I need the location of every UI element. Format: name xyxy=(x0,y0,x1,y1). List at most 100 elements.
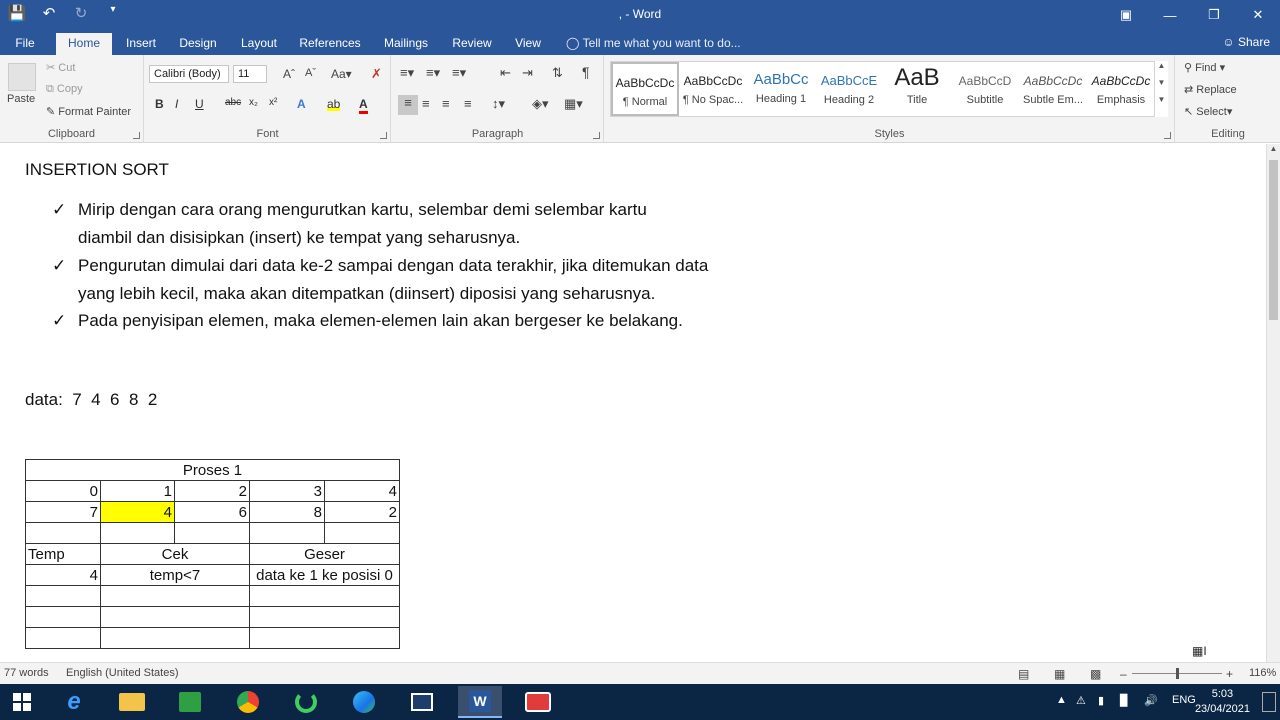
word-count[interactable]: 77 words xyxy=(4,667,49,679)
tell-me-box[interactable]: ◯ Tell me what you want to do... xyxy=(566,36,741,50)
justify-icon[interactable]: ≡ xyxy=(464,96,472,111)
read-mode-icon[interactable]: ▤ xyxy=(1018,667,1029,681)
grow-font-icon[interactable]: Aˆ xyxy=(283,67,295,81)
tab-review[interactable]: Review xyxy=(448,33,496,55)
format-painter-button[interactable]: ✎ Format Painter xyxy=(46,105,131,118)
align-right-icon[interactable]: ≡ xyxy=(442,96,450,111)
tab-file[interactable]: File xyxy=(8,33,42,55)
style-emphasis[interactable]: AaBbCcDc Emphasis xyxy=(1087,62,1155,116)
paste-icon[interactable] xyxy=(8,63,36,91)
network-off-icon[interactable]: ⚠ xyxy=(1076,694,1086,707)
cut-button[interactable]: ✂ Cut xyxy=(46,61,75,74)
style-subtitle[interactable]: AaBbCcD Subtitle xyxy=(951,62,1019,116)
ribbon-display-options-icon[interactable]: ▣ xyxy=(1104,0,1148,30)
tab-references[interactable]: References xyxy=(296,33,364,55)
language-indicator[interactable]: English (United States) xyxy=(66,667,179,679)
recorder-app-icon[interactable] xyxy=(516,686,560,718)
strikethrough-icon[interactable]: abc xyxy=(225,97,241,108)
clock[interactable]: 5:03 23/04/2021 xyxy=(1195,687,1250,717)
web-layout-icon[interactable]: ▩ xyxy=(1090,667,1101,681)
word-icon[interactable]: W xyxy=(458,686,502,718)
signal-icon[interactable]: ▉ xyxy=(1120,694,1128,707)
tab-mailings[interactable]: Mailings xyxy=(376,33,436,55)
show-hidden-icons-icon[interactable]: ▲ xyxy=(1056,694,1067,706)
tab-home[interactable]: Home xyxy=(56,33,112,55)
select-button[interactable]: ↖ Select▾ xyxy=(1184,105,1232,118)
styles-launcher-icon[interactable] xyxy=(1164,132,1171,139)
scroll-up-icon[interactable]: ▲ xyxy=(1155,61,1168,70)
scroll-up-icon[interactable]: ▲ xyxy=(1267,144,1280,153)
print-layout-icon[interactable]: ▦ xyxy=(1054,667,1065,681)
tab-view[interactable]: View xyxy=(508,33,548,55)
edge-icon[interactable] xyxy=(342,686,386,718)
style-heading-2[interactable]: AaBbCcE Heading 2 xyxy=(815,62,883,116)
volume-icon[interactable]: 🔊 xyxy=(1144,694,1158,707)
font-launcher-icon[interactable] xyxy=(380,132,387,139)
clear-formatting-icon[interactable]: ✗ xyxy=(371,66,382,82)
replace-button[interactable]: ⇄ Replace xyxy=(1184,83,1237,96)
screen-recorder-icon[interactable] xyxy=(400,686,444,718)
internet-explorer-icon[interactable]: e xyxy=(52,686,96,718)
style-heading-1[interactable]: AaBbCc Heading 1 xyxy=(747,62,815,116)
italic-icon[interactable]: I xyxy=(175,97,178,111)
input-language[interactable]: ENG xyxy=(1172,694,1196,706)
find-button[interactable]: ⚲ Find ▾ xyxy=(1184,61,1225,74)
style-no-spacing[interactable]: AaBbCcDc ¶ No Spac... xyxy=(679,62,747,116)
text-effects-icon[interactable]: A xyxy=(297,97,306,111)
change-case-icon[interactable]: Aa▾ xyxy=(331,67,352,81)
minimize-button[interactable]: — xyxy=(1148,0,1192,30)
scroll-thumb[interactable] xyxy=(1269,160,1278,320)
paste-button[interactable]: Paste xyxy=(7,93,35,105)
app-loader-icon[interactable] xyxy=(284,686,328,718)
shading-icon[interactable]: ◈▾ xyxy=(532,96,549,112)
subscript-icon[interactable]: x₂ xyxy=(249,97,258,108)
clipboard-launcher-icon[interactable] xyxy=(133,132,140,139)
battery-icon[interactable]: ▮ xyxy=(1098,694,1104,707)
windows-start-icon[interactable] xyxy=(0,686,44,718)
increase-indent-icon[interactable]: ⇥ xyxy=(522,65,533,81)
bold-icon[interactable]: B xyxy=(155,97,164,111)
document-page[interactable]: INSERTION SORT ✓ Mirip dengan cara orang… xyxy=(0,144,1266,662)
copy-button[interactable]: ⧉ Copy xyxy=(46,83,83,96)
font-size-box[interactable]: 11 xyxy=(233,65,267,83)
bullets-icon[interactable]: ≡▾ xyxy=(400,65,414,81)
zoom-slider-thumb[interactable] xyxy=(1176,668,1179,679)
font-name-box[interactable]: Calibri (Body) xyxy=(149,65,229,83)
borders-icon[interactable]: ▦▾ xyxy=(564,96,583,112)
tab-layout[interactable]: Layout xyxy=(236,33,282,55)
decrease-indent-icon[interactable]: ⇤ xyxy=(500,65,511,81)
styles-scroll[interactable]: ▲ ▼ ▼ xyxy=(1154,61,1168,117)
file-explorer-icon[interactable] xyxy=(110,686,154,718)
multilevel-list-icon[interactable]: ≡▾ xyxy=(452,65,466,81)
sort-icon[interactable]: ⇅ xyxy=(552,65,563,81)
superscript-icon[interactable]: x² xyxy=(269,97,277,108)
style-normal[interactable]: AaBbCcDc ¶ Normal xyxy=(611,62,679,116)
style-subtle-emphasis[interactable]: AaBbCcDc Subtle Em... xyxy=(1019,62,1087,116)
show-formatting-icon[interactable]: ¶ xyxy=(582,64,590,80)
align-left-icon[interactable]: ≡ xyxy=(398,95,418,115)
maximize-button[interactable]: ❐ xyxy=(1192,0,1236,30)
numbering-icon[interactable]: ≡▾ xyxy=(426,65,440,81)
scroll-down-icon[interactable]: ▼ xyxy=(1155,78,1168,87)
zoom-out-icon[interactable]: – xyxy=(1120,667,1127,681)
notification-icon[interactable] xyxy=(1262,692,1276,712)
tab-design[interactable]: Design xyxy=(174,33,222,55)
line-spacing-icon[interactable]: ↕▾ xyxy=(492,96,505,112)
shrink-font-icon[interactable]: Aˇ xyxy=(305,67,316,79)
zoom-in-icon[interactable]: + xyxy=(1226,667,1233,681)
chrome-icon[interactable] xyxy=(226,686,270,718)
paragraph-launcher-icon[interactable] xyxy=(593,132,600,139)
process-table[interactable]: Proses 1 0 1 2 3 4 7 4 6 8 2 Temp Cek Ge… xyxy=(25,459,400,649)
share-button[interactable]: ☺ Share xyxy=(1222,35,1270,49)
tab-insert[interactable]: Insert xyxy=(118,33,164,55)
align-center-icon[interactable]: ≡ xyxy=(422,96,430,111)
zoom-level[interactable]: 116% xyxy=(1249,667,1276,679)
store-icon[interactable] xyxy=(168,686,212,718)
style-title[interactable]: AaB Title xyxy=(883,62,951,116)
more-styles-icon[interactable]: ▼ xyxy=(1155,95,1168,104)
close-button[interactable]: ✕ xyxy=(1236,0,1280,30)
font-color-icon[interactable]: A xyxy=(359,97,368,114)
highlight-icon[interactable]: ab xyxy=(327,97,341,111)
vertical-scrollbar[interactable]: ▲ xyxy=(1266,144,1280,662)
underline-icon[interactable]: U xyxy=(195,97,204,111)
